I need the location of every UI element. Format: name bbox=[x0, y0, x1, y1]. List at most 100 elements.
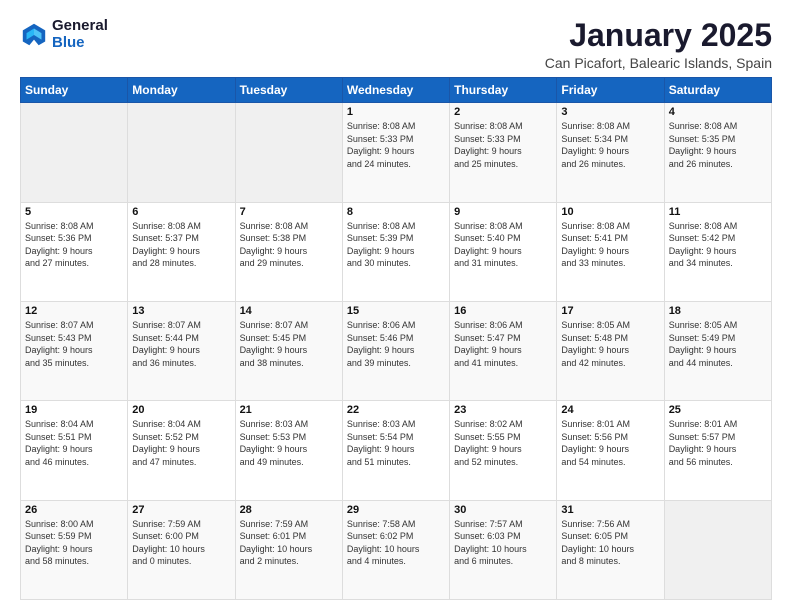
table-row: 14 Sunrise: 8:07 AM Sunset: 5:45 PM Dayli… bbox=[235, 301, 342, 400]
calendar-week-row: 1 Sunrise: 8:08 AM Sunset: 5:33 PM Daylig… bbox=[21, 103, 772, 202]
day-info: Sunrise: 8:08 AM Sunset: 5:38 PM Dayligh… bbox=[240, 220, 338, 270]
day-number: 31 bbox=[561, 504, 659, 516]
day-number: 20 bbox=[132, 404, 230, 416]
day-number: 27 bbox=[132, 504, 230, 516]
day-info: Sunrise: 8:08 AM Sunset: 5:39 PM Dayligh… bbox=[347, 220, 445, 270]
day-number: 16 bbox=[454, 305, 552, 317]
day-info: Sunrise: 8:08 AM Sunset: 5:34 PM Dayligh… bbox=[561, 120, 659, 170]
day-number: 12 bbox=[25, 305, 123, 317]
logo-icon bbox=[20, 21, 48, 49]
day-info: Sunrise: 8:06 AM Sunset: 5:46 PM Dayligh… bbox=[347, 319, 445, 369]
table-row: 5 Sunrise: 8:08 AM Sunset: 5:36 PM Daylig… bbox=[21, 202, 128, 301]
table-row: 24 Sunrise: 8:01 AM Sunset: 5:56 PM Dayli… bbox=[557, 401, 664, 500]
table-row: 27 Sunrise: 7:59 AM Sunset: 6:00 PM Dayli… bbox=[128, 500, 235, 599]
day-number: 9 bbox=[454, 206, 552, 218]
calendar-header-row: Sunday Monday Tuesday Wednesday Thursday… bbox=[21, 78, 772, 103]
calendar-week-row: 12 Sunrise: 8:07 AM Sunset: 5:43 PM Dayli… bbox=[21, 301, 772, 400]
col-wednesday: Wednesday bbox=[342, 78, 449, 103]
table-row: 30Sunrise: 7:57 AM Sunset: 6:03 PM Dayli… bbox=[450, 500, 557, 599]
day-number: 3 bbox=[561, 106, 659, 118]
table-row: 20 Sunrise: 8:04 AM Sunset: 5:52 PM Dayli… bbox=[128, 401, 235, 500]
table-row: 31 Sunrise: 7:56 AM Sunset: 6:05 PM Dayli… bbox=[557, 500, 664, 599]
day-info: Sunrise: 8:04 AM Sunset: 5:52 PM Dayligh… bbox=[132, 418, 230, 468]
day-number: 10 bbox=[561, 206, 659, 218]
day-number: 11 bbox=[669, 206, 767, 218]
day-info: Sunrise: 8:07 AM Sunset: 5:44 PM Dayligh… bbox=[132, 319, 230, 369]
table-row: 11 Sunrise: 8:08 AM Sunset: 5:42 PM Dayli… bbox=[664, 202, 771, 301]
day-info: Sunrise: 8:08 AM Sunset: 5:42 PM Dayligh… bbox=[669, 220, 767, 270]
table-row: 9Sunrise: 8:08 AM Sunset: 5:40 PM Daylig… bbox=[450, 202, 557, 301]
day-info: Sunrise: 7:56 AM Sunset: 6:05 PM Dayligh… bbox=[561, 518, 659, 568]
table-row: 3 Sunrise: 8:08 AM Sunset: 5:34 PM Daylig… bbox=[557, 103, 664, 202]
day-number: 5 bbox=[25, 206, 123, 218]
table-row: 26Sunrise: 8:00 AM Sunset: 5:59 PM Dayli… bbox=[21, 500, 128, 599]
table-row: 23 Sunrise: 8:02 AM Sunset: 5:55 PM Dayli… bbox=[450, 401, 557, 500]
day-number: 14 bbox=[240, 305, 338, 317]
day-info: Sunrise: 8:07 AM Sunset: 5:45 PM Dayligh… bbox=[240, 319, 338, 369]
day-info: Sunrise: 8:03 AM Sunset: 5:53 PM Dayligh… bbox=[240, 418, 338, 468]
logo-general: General bbox=[52, 18, 108, 35]
table-row: 10 Sunrise: 8:08 AM Sunset: 5:41 PM Dayli… bbox=[557, 202, 664, 301]
table-row: 17 Sunrise: 8:05 AM Sunset: 5:48 PM Dayli… bbox=[557, 301, 664, 400]
day-info: Sunrise: 8:08 AM Sunset: 5:37 PM Dayligh… bbox=[132, 220, 230, 270]
day-number: 19 bbox=[25, 404, 123, 416]
logo-text: General Blue bbox=[52, 18, 108, 51]
col-tuesday: Tuesday bbox=[235, 78, 342, 103]
day-info: Sunrise: 8:05 AM Sunset: 5:49 PM Dayligh… bbox=[669, 319, 767, 369]
day-number: 17 bbox=[561, 305, 659, 317]
day-info: Sunrise: 8:08 AM Sunset: 5:33 PM Dayligh… bbox=[347, 120, 445, 170]
day-info: Sunrise: 8:02 AM Sunset: 5:55 PM Dayligh… bbox=[454, 418, 552, 468]
col-sunday: Sunday bbox=[21, 78, 128, 103]
day-number: 1 bbox=[347, 106, 445, 118]
table-row bbox=[664, 500, 771, 599]
day-number: 4 bbox=[669, 106, 767, 118]
day-info: Sunrise: 8:00 AM Sunset: 5:59 PM Dayligh… bbox=[25, 518, 123, 568]
day-number: 24 bbox=[561, 404, 659, 416]
table-row: 12 Sunrise: 8:07 AM Sunset: 5:43 PM Dayli… bbox=[21, 301, 128, 400]
table-row: 19Sunrise: 8:04 AM Sunset: 5:51 PM Dayli… bbox=[21, 401, 128, 500]
table-row bbox=[21, 103, 128, 202]
table-row: 1 Sunrise: 8:08 AM Sunset: 5:33 PM Daylig… bbox=[342, 103, 449, 202]
table-row: 4 Sunrise: 8:08 AM Sunset: 5:35 PM Daylig… bbox=[664, 103, 771, 202]
day-number: 23 bbox=[454, 404, 552, 416]
main-title: January 2025 bbox=[545, 18, 772, 53]
day-number: 7 bbox=[240, 206, 338, 218]
table-row: 18 Sunrise: 8:05 AM Sunset: 5:49 PM Dayli… bbox=[664, 301, 771, 400]
table-row: 7 Sunrise: 8:08 AM Sunset: 5:38 PM Daylig… bbox=[235, 202, 342, 301]
day-info: Sunrise: 7:59 AM Sunset: 6:00 PM Dayligh… bbox=[132, 518, 230, 568]
day-info: Sunrise: 8:07 AM Sunset: 5:43 PM Dayligh… bbox=[25, 319, 123, 369]
day-info: Sunrise: 8:05 AM Sunset: 5:48 PM Dayligh… bbox=[561, 319, 659, 369]
day-info: Sunrise: 8:01 AM Sunset: 5:56 PM Dayligh… bbox=[561, 418, 659, 468]
day-info: Sunrise: 7:58 AM Sunset: 6:02 PM Dayligh… bbox=[347, 518, 445, 568]
col-monday: Monday bbox=[128, 78, 235, 103]
table-row: 28Sunrise: 7:59 AM Sunset: 6:01 PM Dayli… bbox=[235, 500, 342, 599]
table-row: 21 Sunrise: 8:03 AM Sunset: 5:53 PM Dayli… bbox=[235, 401, 342, 500]
day-number: 21 bbox=[240, 404, 338, 416]
day-info: Sunrise: 8:01 AM Sunset: 5:57 PM Dayligh… bbox=[669, 418, 767, 468]
day-info: Sunrise: 8:08 AM Sunset: 5:35 PM Dayligh… bbox=[669, 120, 767, 170]
day-number: 18 bbox=[669, 305, 767, 317]
day-info: Sunrise: 8:08 AM Sunset: 5:41 PM Dayligh… bbox=[561, 220, 659, 270]
col-friday: Friday bbox=[557, 78, 664, 103]
table-row: 25Sunrise: 8:01 AM Sunset: 5:57 PM Dayli… bbox=[664, 401, 771, 500]
day-number: 22 bbox=[347, 404, 445, 416]
day-number: 8 bbox=[347, 206, 445, 218]
day-number: 2 bbox=[454, 106, 552, 118]
table-row: 15Sunrise: 8:06 AM Sunset: 5:46 PM Dayli… bbox=[342, 301, 449, 400]
logo-blue: Blue bbox=[52, 35, 108, 52]
table-row: 22Sunrise: 8:03 AM Sunset: 5:54 PM Dayli… bbox=[342, 401, 449, 500]
calendar-week-row: 19Sunrise: 8:04 AM Sunset: 5:51 PM Dayli… bbox=[21, 401, 772, 500]
day-info: Sunrise: 8:08 AM Sunset: 5:36 PM Dayligh… bbox=[25, 220, 123, 270]
page: General Blue January 2025 Can Picafort, … bbox=[0, 0, 792, 612]
calendar-table: Sunday Monday Tuesday Wednesday Thursday… bbox=[20, 77, 772, 600]
table-row: 29Sunrise: 7:58 AM Sunset: 6:02 PM Dayli… bbox=[342, 500, 449, 599]
day-number: 13 bbox=[132, 305, 230, 317]
table-row: 6Sunrise: 8:08 AM Sunset: 5:37 PM Daylig… bbox=[128, 202, 235, 301]
calendar-week-row: 5 Sunrise: 8:08 AM Sunset: 5:36 PM Daylig… bbox=[21, 202, 772, 301]
table-row bbox=[235, 103, 342, 202]
day-info: Sunrise: 7:57 AM Sunset: 6:03 PM Dayligh… bbox=[454, 518, 552, 568]
subtitle: Can Picafort, Balearic Islands, Spain bbox=[545, 55, 772, 71]
col-thursday: Thursday bbox=[450, 78, 557, 103]
table-row: 2Sunrise: 8:08 AM Sunset: 5:33 PM Daylig… bbox=[450, 103, 557, 202]
table-row: 13 Sunrise: 8:07 AM Sunset: 5:44 PM Dayli… bbox=[128, 301, 235, 400]
